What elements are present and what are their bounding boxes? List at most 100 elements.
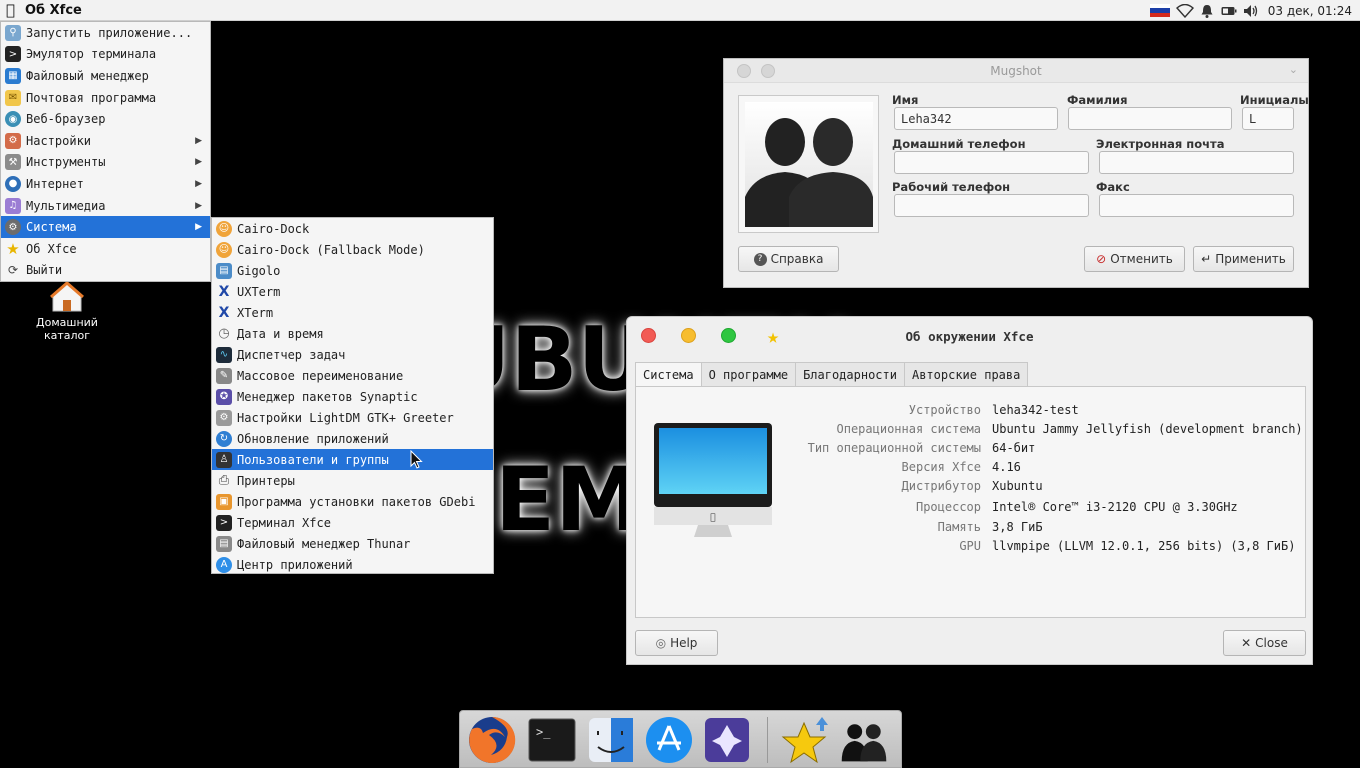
tab-copyright[interactable]: Авторские права xyxy=(903,362,1029,386)
tab-system[interactable]: Система xyxy=(635,362,702,386)
submenu-item-app-center[interactable]: A Центр приложений xyxy=(212,554,493,575)
submenu-item-uxterm[interactable]: X UXTerm xyxy=(212,281,493,302)
submenu-item-date-time[interactable]: ◷ Дата и время xyxy=(212,323,493,344)
desktop-home-folder[interactable]: Домашний каталог xyxy=(30,281,104,342)
last-name-label: Фамилия xyxy=(1067,93,1128,107)
menu-item-label: Терминал Xfce xyxy=(237,515,331,530)
info-key: Дистрибутор xyxy=(901,479,981,493)
menu-item-settings[interactable]: ⚙ Настройки ▶ xyxy=(1,130,210,152)
submenu-item-bulk-rename[interactable]: ✎ Массовое переименование xyxy=(212,365,493,386)
apple-icon:  xyxy=(2,1,19,19)
battery-icon[interactable] xyxy=(1218,0,1240,21)
first-name-label: Имя xyxy=(892,93,919,107)
submenu-item-lightdm-settings[interactable]: ⚙ Настройки LightDM GTK+ Greeter xyxy=(212,407,493,428)
menu-item-label: Пользователи и группы xyxy=(237,452,389,467)
fax-field[interactable] xyxy=(1099,194,1294,217)
about-titlebar[interactable]: ★ Об окружении Xfce xyxy=(627,317,1312,355)
dock-terminal[interactable]: >_ xyxy=(526,713,578,767)
tab-about[interactable]: О программе xyxy=(700,362,797,386)
submenu-item-synaptic[interactable]: ✪ Менеджер пакетов Synaptic xyxy=(212,386,493,407)
avatar-button[interactable] xyxy=(738,95,879,233)
menu-item-label: Об Xfce xyxy=(26,241,77,256)
cancel-button[interactable]: ⊘ Отменить xyxy=(1084,246,1185,272)
menu-item-internet[interactable]: ● Интернет ▶ xyxy=(1,173,210,195)
dock-firefox[interactable] xyxy=(466,713,518,767)
submenu-item-cairo-dock[interactable]: ☺ Cairo-Dock xyxy=(212,218,493,239)
clock[interactable]: 03 дек, 01:24 xyxy=(1268,4,1352,18)
first-name-field[interactable]: Leha342 xyxy=(894,107,1058,130)
apply-button[interactable]: ↵ Применить xyxy=(1193,246,1294,272)
about-help-button[interactable]: ◎ Help xyxy=(635,630,718,656)
menu-item-file-manager[interactable]: ▦ Файловый менеджер xyxy=(1,65,210,87)
submenu-item-task-manager[interactable]: ∿ Диспетчер задач xyxy=(212,344,493,365)
submenu-item-gigolo[interactable]: ▤ Gigolo xyxy=(212,260,493,281)
menu-item-label: Файловый менеджер Thunar xyxy=(237,536,411,551)
about-close-button[interactable]: ✕ Close xyxy=(1223,630,1306,656)
settings-icon: ⚙ xyxy=(5,132,21,149)
close-window-button[interactable] xyxy=(737,64,751,78)
mugshot-title: Mugshot xyxy=(990,63,1042,78)
dock-app-store[interactable] xyxy=(643,713,695,767)
submenu-item-gdebi[interactable]: ▣ Программа установки пакетов GDebi xyxy=(212,491,493,512)
submenu-arrow-icon: ▶ xyxy=(195,157,202,168)
dock-users[interactable] xyxy=(838,713,890,767)
russian-flag-icon[interactable] xyxy=(1149,4,1170,17)
submenu-item-xfce-terminal[interactable]: > Терминал Xfce xyxy=(212,512,493,533)
volume-icon[interactable] xyxy=(1240,0,1262,21)
maximize-window-button[interactable] xyxy=(721,328,736,343)
home-phone-field[interactable] xyxy=(894,151,1089,174)
menu-item-web-browser[interactable]: ◉ Веб-браузер xyxy=(1,108,210,130)
apply-icon: ↵ xyxy=(1201,252,1212,266)
submenu-item-printers[interactable]: ⎙ Принтеры xyxy=(212,470,493,491)
printer-icon: ⎙ xyxy=(218,473,230,488)
email-field[interactable] xyxy=(1099,151,1294,174)
dock-separator xyxy=(767,717,768,763)
menu-item-tools[interactable]: ⚒ Инструменты ▶ xyxy=(1,152,210,174)
minimize-window-button[interactable] xyxy=(681,328,696,343)
initials-field[interactable]: L xyxy=(1242,107,1294,130)
menu-item-label: Программа установки пакетов GDebi xyxy=(237,494,476,509)
dock-favorites[interactable] xyxy=(778,713,830,767)
menu-item-label: Дата и время xyxy=(237,326,324,341)
svg-text:>_: >_ xyxy=(536,725,551,739)
last-name-field[interactable] xyxy=(1068,107,1232,130)
submenu-item-cairo-dock-fallback[interactable]: ☺ Cairo-Dock (Fallback Mode) xyxy=(212,239,493,260)
close-window-button[interactable] xyxy=(641,328,656,343)
minimize-window-button[interactable] xyxy=(761,64,775,78)
email-label: Электронная почта xyxy=(1096,137,1225,151)
menu-item-mail[interactable]: ✉ Почтовая программа xyxy=(1,87,210,109)
submenu-arrow-icon: ▶ xyxy=(195,200,202,211)
info-row-os: Операционная система Ubuntu Jammy Jellyf… xyxy=(636,422,1307,441)
info-row-gpu: GPU llvmpipe (LLVM 12.0.1, 256 bits) (3,… xyxy=(636,539,1307,558)
cancel-icon: ⊘ xyxy=(1096,252,1107,266)
wifi-icon[interactable] xyxy=(1174,0,1196,21)
menu-item-multimedia[interactable]: ♫ Мультимедиа ▶ xyxy=(1,195,210,217)
menu-item-terminal[interactable]: > Эмулятор терминала xyxy=(1,44,210,66)
dock-synaptic[interactable] xyxy=(701,713,753,767)
submenu-item-software-updater[interactable]: ↻ Обновление приложений xyxy=(212,428,493,449)
menu-item-label: Система xyxy=(26,220,77,235)
menu-item-logout[interactable]: ⟳ Выйти xyxy=(1,260,210,282)
cairo-dock-icon: ☺ xyxy=(216,220,232,237)
fax-label: Факс xyxy=(1096,180,1130,194)
work-phone-field[interactable] xyxy=(894,194,1089,217)
menu-item-system[interactable]: ⚙ Система ▶ xyxy=(1,216,210,238)
applications-menu: ⚲ Запустить приложение... > Эмулятор тер… xyxy=(0,21,211,282)
menu-item-label: XTerm xyxy=(237,305,274,320)
thunar-icon: ▤ xyxy=(216,535,232,552)
menu-item-label: Файловый менеджер xyxy=(26,68,149,83)
menu-item-about-xfce[interactable]: ★ Об Xfce xyxy=(1,238,210,260)
tab-credits[interactable]: Благодарности xyxy=(795,362,905,386)
mugshot-titlebar[interactable]: Mugshot ⌄ xyxy=(724,59,1308,83)
bell-icon[interactable] xyxy=(1196,0,1218,21)
menu-item-label: Cairo-Dock xyxy=(237,221,310,236)
applications-menu-button[interactable]:  Об Xfce xyxy=(0,0,82,21)
terminal-icon: >_ xyxy=(528,718,576,762)
submenu-item-thunar[interactable]: ▤ Файловый менеджер Thunar xyxy=(212,533,493,554)
submenu-item-xterm[interactable]: X XTerm xyxy=(212,302,493,323)
chevron-down-icon[interactable]: ⌄ xyxy=(1289,63,1298,76)
submenu-item-users-groups[interactable]: ♙ Пользователи и группы xyxy=(212,449,493,470)
menu-item-run-app[interactable]: ⚲ Запустить приложение... xyxy=(1,22,210,44)
help-button[interactable]: ? Справка xyxy=(738,246,839,272)
dock-finder[interactable] xyxy=(585,713,637,767)
